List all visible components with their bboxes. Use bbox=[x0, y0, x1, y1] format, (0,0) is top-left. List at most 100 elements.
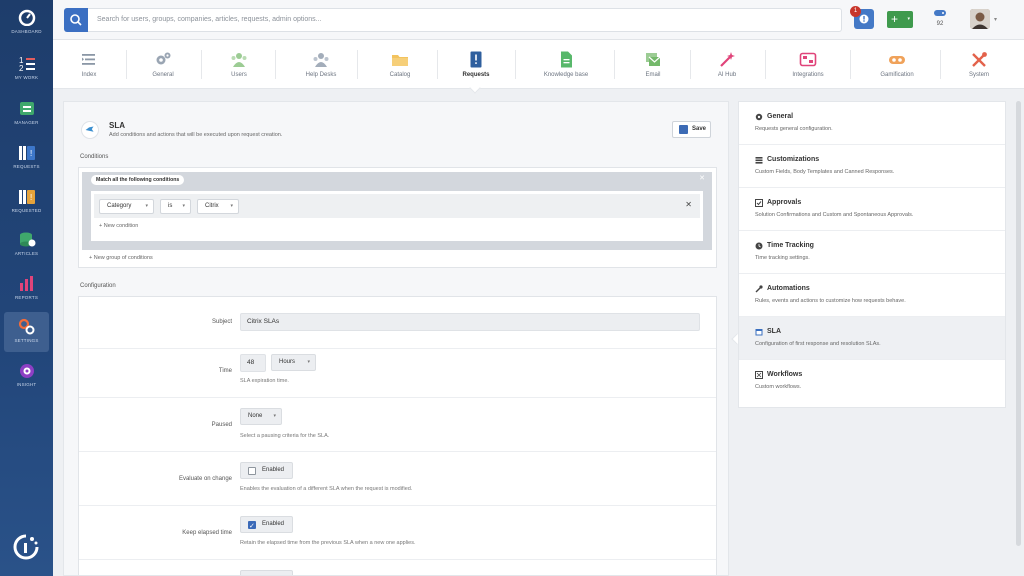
time-unit-select[interactable]: Hours ▾ bbox=[271, 354, 316, 371]
page-scrollbar[interactable] bbox=[1016, 101, 1021, 546]
condition-field-select[interactable]: Category ▾ bbox=[99, 199, 154, 214]
nav-requested-label: REQUESTED bbox=[11, 208, 42, 213]
tab-requests-label: Requests bbox=[462, 72, 490, 78]
condition-value-select[interactable]: Citrix ▾ bbox=[197, 199, 239, 214]
time-help-text: SLA expiration time. bbox=[240, 378, 289, 384]
match-mode-pill[interactable]: Match all the following conditions bbox=[91, 175, 185, 185]
nav-requests[interactable]: ! REQUESTS bbox=[4, 138, 49, 178]
menu-item-automations-desc: Rules, events and actions to customize h… bbox=[755, 298, 906, 304]
time-label: Time bbox=[218, 368, 232, 374]
save-button[interactable]: Save bbox=[672, 121, 711, 138]
quick-add-button[interactable]: + ▾ bbox=[887, 11, 913, 28]
tab-ai-hub[interactable]: AI Hub bbox=[707, 40, 747, 88]
nav-my-work[interactable]: 12 MY WORK bbox=[4, 49, 49, 89]
user-menu-chevron-icon[interactable]: ▾ bbox=[994, 16, 997, 23]
tab-users[interactable]: Users bbox=[219, 40, 259, 88]
tab-help-desks[interactable]: Help Desks bbox=[299, 40, 343, 88]
tab-email-label: Email bbox=[645, 72, 661, 78]
requests-settings-menu: General Requests general configuration. … bbox=[738, 101, 1006, 408]
tab-divider bbox=[765, 50, 766, 79]
nav-settings-label: SETTINGS bbox=[14, 338, 39, 343]
paused-select[interactable]: None ▾ bbox=[240, 408, 282, 425]
menu-item-general[interactable]: General Requests general configuration. bbox=[739, 102, 1005, 145]
tab-integrations[interactable]: Integrations bbox=[786, 40, 830, 88]
next-field-toggle[interactable] bbox=[240, 570, 293, 575]
notifications-button[interactable]: 1 bbox=[850, 6, 874, 29]
paused-value: None bbox=[248, 413, 263, 419]
menu-item-automations[interactable]: Automations Rules, events and actions to… bbox=[739, 274, 1005, 317]
tab-general[interactable]: General bbox=[143, 40, 183, 88]
tab-catalog[interactable]: Catalog bbox=[380, 40, 420, 88]
nav-settings[interactable]: SETTINGS bbox=[4, 312, 49, 352]
tab-general-label: General bbox=[152, 72, 174, 78]
evaluate-on-change-value: Enabled bbox=[262, 467, 285, 473]
menu-item-approvals-title: Approvals bbox=[767, 199, 802, 206]
chevron-down-icon: ▾ bbox=[273, 413, 276, 419]
subject-field: Subject Citrix SLAs bbox=[79, 297, 716, 349]
menu-item-sla[interactable]: SLA Configuration of first response and … bbox=[739, 317, 1005, 360]
integrations-icon bbox=[799, 52, 817, 67]
manager-icon bbox=[19, 102, 34, 115]
tab-divider bbox=[201, 50, 202, 79]
subject-input[interactable]: Citrix SLAs bbox=[240, 313, 700, 331]
chevron-down-icon: ▾ bbox=[307, 359, 310, 365]
tab-requests[interactable]: Requests bbox=[455, 40, 497, 88]
menu-item-approvals[interactable]: Approvals Solution Confirmations and Cus… bbox=[739, 188, 1005, 231]
tab-email[interactable]: Email bbox=[633, 40, 673, 88]
nav-reports[interactable]: REPORTS bbox=[4, 269, 49, 309]
search-input[interactable]: Search for users, groups, companies, art… bbox=[88, 8, 842, 32]
nav-articles[interactable]: ARTICLES bbox=[4, 225, 49, 265]
menu-item-customizations-desc: Custom Fields, Body Templates and Canned… bbox=[755, 169, 895, 175]
evaluate-checkbox-icon bbox=[248, 467, 256, 475]
menu-item-customizations-title: Customizations bbox=[767, 156, 820, 163]
requests-icon: ! bbox=[18, 146, 35, 160]
condition-operator-select[interactable]: is ▾ bbox=[160, 199, 191, 214]
condition-value-text: Citrix bbox=[205, 203, 219, 209]
remove-group-close-icon[interactable]: ✕ bbox=[699, 174, 705, 182]
keep-elapsed-time-help-text: Retain the elapsed time from the previou… bbox=[240, 540, 416, 546]
tab-catalog-label: Catalog bbox=[389, 72, 411, 78]
tab-system[interactable]: System bbox=[959, 40, 999, 88]
tab-knowledge-base-label: Knowledge base bbox=[543, 72, 589, 78]
nav-manager[interactable]: MANAGER bbox=[4, 94, 49, 134]
tab-system-label: System bbox=[968, 72, 989, 78]
subject-label: Subject bbox=[211, 319, 232, 325]
keep-elapsed-time-label: Keep elapsed time bbox=[182, 530, 232, 536]
evaluate-on-change-toggle[interactable]: Enabled bbox=[240, 462, 293, 479]
keep-elapsed-time-toggle[interactable]: Enabled bbox=[240, 516, 293, 534]
evaluate-on-change-field: Evaluate on change Enabled Enables the e… bbox=[79, 452, 716, 506]
tab-divider bbox=[850, 50, 851, 79]
nav-insight[interactable]: INSIGHT bbox=[4, 356, 49, 396]
nav-manager-label: MANAGER bbox=[14, 120, 39, 125]
tab-knowledge-base[interactable]: Knowledge base bbox=[538, 40, 594, 88]
calendar-icon bbox=[755, 329, 763, 336]
clock-icon bbox=[755, 242, 763, 250]
tab-gamification[interactable]: Gamification bbox=[873, 40, 921, 88]
menu-item-customizations[interactable]: Customizations Custom Fields, Body Templ… bbox=[739, 145, 1005, 188]
menu-item-workflows[interactable]: Workflows Custom workflows. bbox=[739, 360, 1005, 403]
keep-checkbox-checked-icon bbox=[248, 519, 256, 534]
time-value-input[interactable]: 48 bbox=[240, 354, 266, 372]
nav-requests-label: REQUESTS bbox=[13, 164, 40, 169]
page-subtitle: Add conditions and actions that will be … bbox=[109, 132, 283, 138]
new-condition-link[interactable]: + New condition bbox=[99, 223, 138, 229]
remove-condition-close-icon[interactable]: ✕ bbox=[685, 200, 692, 209]
new-group-link[interactable]: + New group of conditions bbox=[89, 255, 153, 261]
points-count: 92 bbox=[936, 21, 944, 27]
settings-tabs: Index General Users Help Desks Catalog R… bbox=[53, 40, 1024, 94]
tab-integrations-label: Integrations bbox=[792, 72, 824, 78]
conditions-container: Match all the following conditions ✕ Cat… bbox=[78, 167, 717, 268]
nav-requested[interactable]: ! REQUESTED bbox=[4, 182, 49, 222]
top-bar: Search for users, groups, companies, art… bbox=[53, 0, 1024, 40]
search-button[interactable] bbox=[64, 8, 88, 32]
tab-help-desks-label: Help Desks bbox=[305, 72, 337, 78]
user-avatar[interactable] bbox=[970, 9, 990, 29]
workflow-icon bbox=[755, 371, 763, 379]
menu-item-time-tracking[interactable]: Time Tracking Time tracking settings. bbox=[739, 231, 1005, 274]
points-indicator[interactable]: 92 bbox=[929, 8, 951, 27]
tab-divider bbox=[437, 50, 438, 79]
condition-field-value: Category bbox=[107, 203, 132, 209]
tab-index[interactable]: Index bbox=[69, 40, 109, 88]
nav-dashboard[interactable]: DASHBOARD bbox=[4, 3, 49, 43]
search-icon bbox=[70, 14, 82, 26]
